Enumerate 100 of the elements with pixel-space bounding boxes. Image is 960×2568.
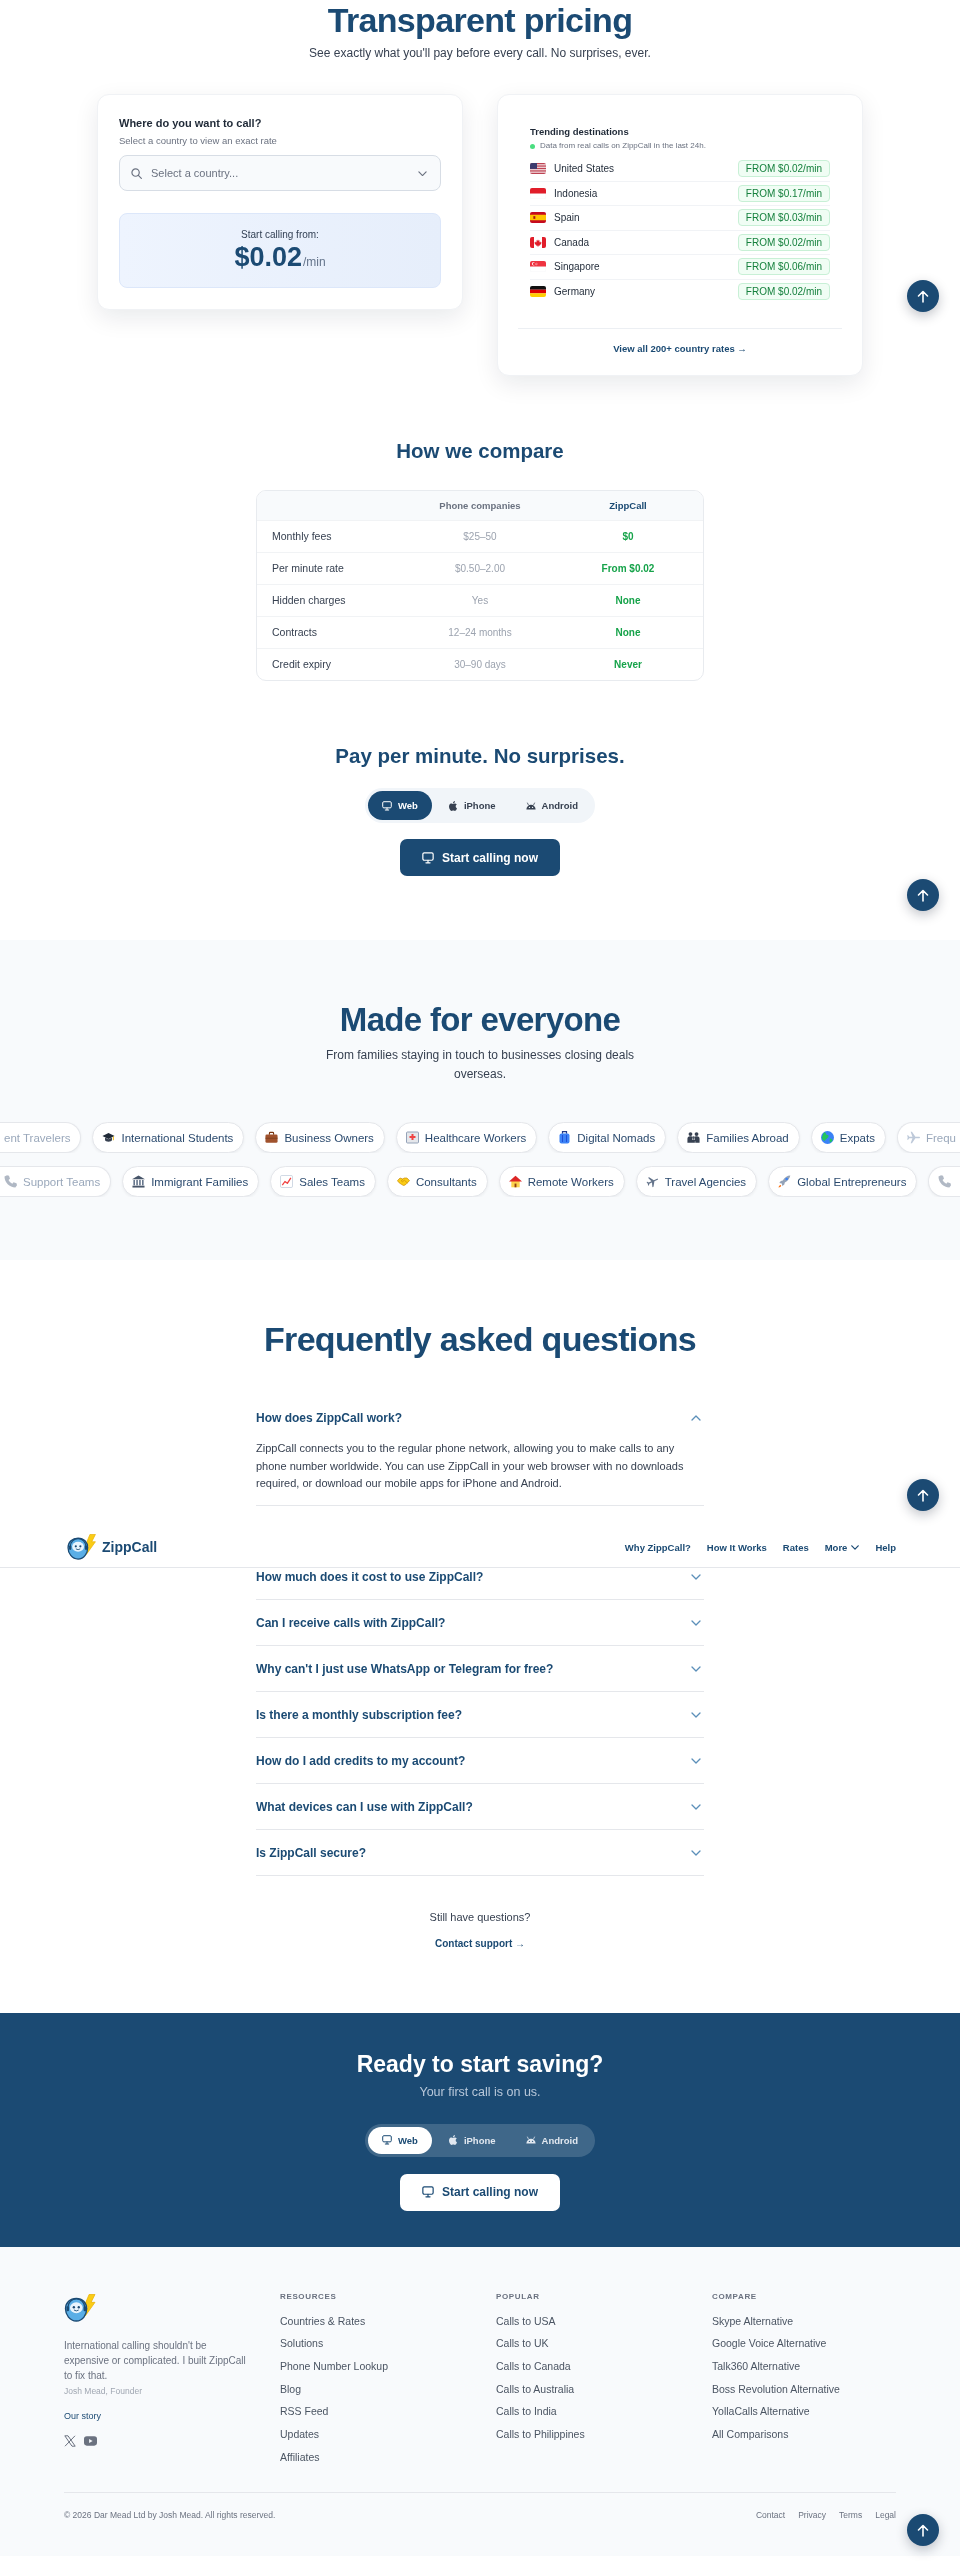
legal-link[interactable]: Contact [755,2508,786,2522]
audience-label: Sales Teams [299,1174,365,1189]
house-icon [508,1175,522,1188]
nav-link[interactable]: Why ZippCall? [624,1540,691,1554]
footer-link[interactable]: Updates [280,2425,320,2442]
footer-link[interactable]: Calls to USA [496,2312,556,2329]
copyright-text: © 2026 Dar Mead Ltd by Josh Mead. All rights reserved. [64,2508,276,2522]
price-unit: /min [302,254,326,271]
table-cell-text: $25–50 [462,530,498,543]
audience-label: Travel Agencies [664,1174,747,1189]
platform-tab[interactable]: Web [368,2126,432,2154]
table-cell-text: None [614,626,642,639]
footer-link[interactable]: Google Voice Alternative [712,2335,827,2352]
our-story-link[interactable]: Our story [64,2408,101,2423]
column-header: ZippCall [608,499,648,512]
monitor-icon [382,800,392,811]
monitor-icon [422,2186,434,2198]
audience-label: Expats [839,1130,875,1145]
chevron-down-icon [691,1757,701,1764]
faq-question[interactable]: How does ZippCall work? [256,1395,704,1440]
footer-link[interactable]: Calls to Australia [496,2380,575,2397]
platform-tab[interactable]: Web [368,791,432,820]
table-cell-text: From $0.02 [600,562,656,575]
country-name: Indonesia [554,186,599,200]
footer-link[interactable]: Countries & Rates [280,2312,366,2329]
section-title: Frequently asked questions [264,1319,696,1359]
footer-link[interactable]: Blog [280,2380,301,2397]
suitcase-icon [558,1131,572,1144]
audience-label: Global Entrepreneurs [797,1174,907,1189]
start-calling-button[interactable]: Start calling now [400,2173,560,2211]
data-note: Data from real calls on ZippCall in the last 24h. [540,140,706,152]
nav-link[interactable]: How It Works [706,1540,767,1554]
audience-label: Consultants [415,1174,477,1189]
hospital-icon [405,1131,419,1144]
scroll-top-button[interactable] [907,280,939,312]
footer-link[interactable]: Talk360 Alternative [712,2357,801,2374]
footer-link[interactable]: Skype Alternative [712,2312,794,2329]
faq-question[interactable]: Is there a monthly subscription fee? [256,1691,704,1737]
scroll-top-button[interactable] [907,1479,939,1511]
country-select[interactable]: Select a country... [119,155,441,191]
legal-link[interactable]: Legal [875,2508,896,2522]
nav-link[interactable]: Help [875,1540,896,1554]
mascot-logo-icon [64,2293,96,2322]
faq-question[interactable]: How much does it cost to use ZippCall? [256,1567,704,1599]
platform-tab[interactable]: Android [511,2126,592,2154]
country-name: Spain [554,211,581,225]
rate-badge: FROM $0.02/min [737,160,830,178]
family-icon [687,1131,701,1144]
audience-label: Support Teams [23,1174,101,1189]
footer-link[interactable]: Phone Number Lookup [280,2357,388,2374]
footer-link[interactable]: RSS Feed [280,2403,329,2420]
nav-menu-link[interactable]: More [824,1540,860,1554]
chevron-down-icon [691,1849,701,1856]
cta-subtitle: Your first call is on us. [419,2083,541,2101]
video-play-icon[interactable] [84,2435,97,2446]
rate-badge: FROM $0.02/min [737,233,830,251]
faq-question[interactable]: What devices can I use with ZippCall? [256,1783,704,1829]
legal-link[interactable]: Privacy [798,2508,827,2522]
footer-link[interactable]: Calls to Philippines [496,2425,585,2442]
rate-badge: FROM $0.02/min [737,283,830,301]
bank-icon [132,1175,146,1188]
table-cell-text: Credit expiry [271,658,332,671]
apple-icon [447,800,458,811]
faq-answer: ZippCall connects you to the regular phone network, allowing you to make calls to any phone number worldwide. You can use ZippCall in your web browser with no downloads required, or download our mobile apps for iPhone and Android. [256,1441,685,1491]
contact-support-link[interactable]: Contact support → [435,1935,525,1952]
status-dot-icon [530,143,535,149]
table-cell-text: Monthly fees [271,530,333,543]
platform-tab[interactable]: iPhone [433,791,510,820]
section-subtitle: See exactly what you'll pay before every call. No surprises, ever. [309,45,651,62]
faq-question[interactable]: Can I receive calls with ZippCall? [256,1599,704,1645]
footer-link[interactable]: Boss Revolution Alternative [712,2380,840,2397]
legal-link[interactable]: Terms [839,2508,863,2522]
calculator-heading: Where do you want to call? [119,116,263,130]
chevron-down-icon [691,1573,701,1580]
flag-icon [530,187,546,199]
footer-heading: RESOURCES [280,2290,338,2303]
briefcase-icon [265,1131,279,1144]
caret-icon [851,1544,860,1550]
calculator-hint: Select a country to view an exact rate [119,134,278,147]
footer-link[interactable]: All Comparisons [712,2425,789,2442]
nav-link[interactable]: Rates [782,1540,809,1554]
footer-link[interactable]: Calls to India [496,2403,557,2420]
scroll-top-button[interactable] [907,879,939,911]
footer-link[interactable]: Calls to UK [496,2335,549,2352]
x-logo-icon[interactable] [64,2434,76,2447]
platform-tab[interactable]: iPhone [433,2126,510,2154]
start-calling-button[interactable]: Start calling now [400,839,560,876]
faq-question[interactable]: Is ZippCall secure? [256,1829,704,1875]
table-cell-text: $0.50–2.00 [453,562,507,575]
country-name: Singapore [554,260,601,274]
chevron-down-icon [691,1711,701,1718]
footer-link[interactable]: YollaCalls Alternative [712,2403,810,2420]
footer-link[interactable]: Solutions [280,2335,324,2352]
faq-question[interactable]: Why can't I just use WhatsApp or Telegram for free? [256,1645,704,1691]
footer-link[interactable]: Calls to Canada [496,2357,571,2374]
faq-question[interactable]: How do I add credits to my account? [256,1737,704,1783]
platform-tab[interactable]: Android [511,791,592,820]
rate-badge: FROM $0.17/min [737,184,830,202]
footer-link[interactable]: Affiliates [280,2448,320,2465]
all-rates-link[interactable]: View all 200+ country rates → [613,342,747,356]
